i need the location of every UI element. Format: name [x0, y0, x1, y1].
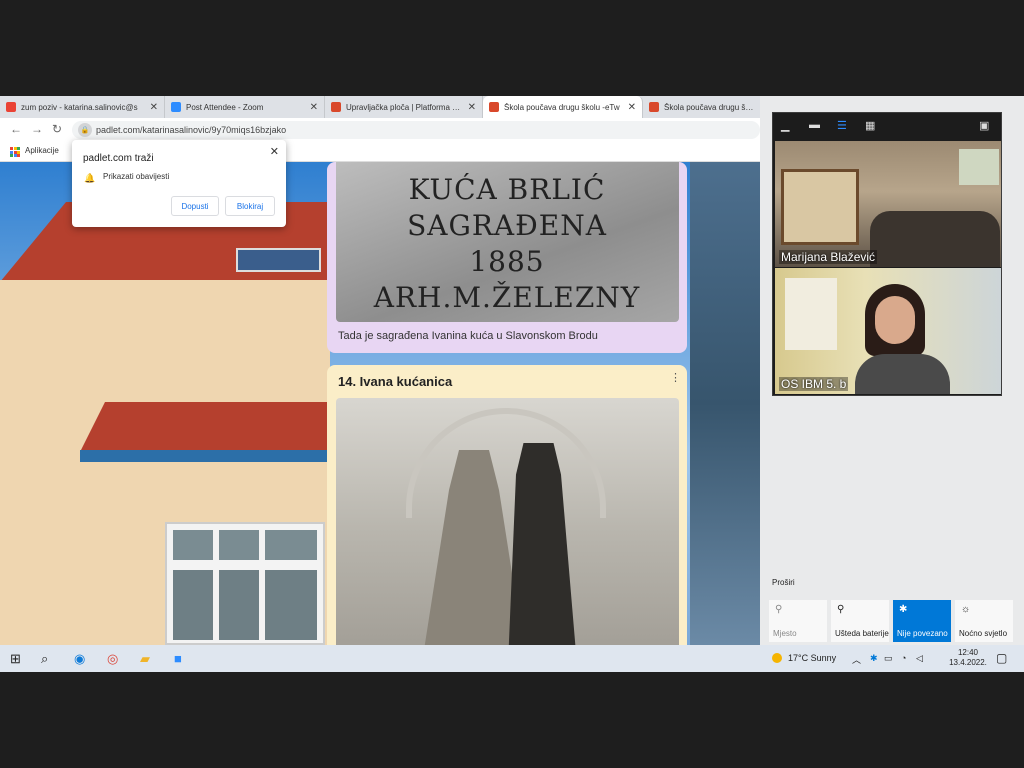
minimize-icon[interactable]: ▁ [781, 119, 789, 133]
person-body [855, 354, 950, 394]
participant-name: Marijana Blažević [779, 250, 878, 264]
tile-battery-saver[interactable]: ⚲ Ušteda baterije [831, 600, 889, 642]
speaker-view-icon[interactable]: ☰ [837, 119, 847, 133]
file-explorer-icon[interactable]: ▰ [140, 651, 150, 667]
participant-name: OS IBM 5. b [779, 377, 849, 391]
chevron-up-icon[interactable]: ︿ [852, 653, 861, 666]
padlet-post-ivana[interactable]: 14. Ivana kućanica ⋮ [327, 365, 687, 645]
windows-start-icon[interactable]: ⊞ [10, 651, 21, 667]
bell-icon: 🔔 [84, 173, 96, 183]
padlet-icon [331, 102, 341, 112]
lock-icon[interactable]: 🔒 [78, 123, 92, 137]
padlet-icon [649, 102, 659, 112]
browser-toolbar: ← → ↻ 🔒 padlet.com/katarinasalinovic/9y7… [0, 118, 760, 142]
wall-poster [785, 278, 837, 350]
zoom-app-icon[interactable]: ■ [174, 651, 182, 666]
tab-label: Post Attendee - Zoom [186, 102, 264, 112]
close-icon[interactable]: ✕ [270, 145, 279, 158]
battery-saver-icon: ⚲ [837, 604, 845, 615]
tab-label: Škola poučava drugu školu [664, 102, 754, 112]
edge-icon[interactable]: ◉ [74, 651, 85, 667]
post-menu-icon[interactable]: ⋮ [670, 371, 681, 384]
sun-icon [772, 653, 782, 663]
search-icon[interactable]: ⌕ [41, 651, 48, 667]
night-light-icon: ☼ [961, 604, 971, 615]
browser-tab-zoom[interactable]: Post Attendee - Zoom ✕ [165, 96, 325, 118]
close-tab-icon[interactable]: ✕ [310, 102, 318, 113]
weather-widget[interactable]: 17°C Sunny [772, 653, 836, 663]
padlet-icon [489, 102, 499, 112]
forward-icon[interactable]: → [31, 122, 43, 136]
close-tab-icon[interactable]: ✕ [468, 102, 476, 113]
bluetooth-tray-icon[interactable]: ✱ [870, 653, 878, 664]
zoom-video-panel: ▁ ▬ ☰ ▦ ▣ Marijana Blažević OS IBM 5. b [772, 112, 1002, 396]
tab-label: zum poziv - katarina.salinovic@s [21, 102, 138, 112]
post-caption: Tada je sagrađena Ivanina kuća u Slavons… [338, 330, 598, 342]
tab-label: Škola poučava drugu školu -eTw [504, 102, 620, 112]
single-view-icon[interactable]: ▬ [809, 119, 820, 133]
gmail-icon [6, 102, 16, 112]
bulletin-board [781, 169, 859, 245]
tile-bluetooth[interactable]: ✱ Nije povezano [893, 600, 951, 642]
person-face [875, 296, 915, 344]
tile-night-light[interactable]: ☼ Noćno svjetlo [955, 600, 1013, 642]
expand-link[interactable]: Proširi [772, 578, 795, 587]
participant-video-classroom[interactable]: Marijana Blažević [775, 141, 1001, 267]
notification-center-icon[interactable]: ▢ [996, 651, 1007, 665]
letterbox-bottom [0, 672, 1024, 768]
zoom-icon [171, 102, 181, 112]
close-tab-icon[interactable]: ✕ [150, 102, 158, 113]
padlet-post-plaque[interactable]: KUĆA BRLIĆ SAGRAĐENA 1885 ARH.M.ŽELEZNY … [327, 162, 687, 353]
participant-video-teacher[interactable]: OS IBM 5. b [775, 268, 1001, 394]
exit-mini-icon[interactable]: ▣ [979, 119, 989, 133]
back-icon[interactable]: ← [10, 122, 22, 136]
historical-photo [336, 398, 679, 645]
plaque-photo: KUĆA BRLIĆ SAGRAĐENA 1885 ARH.M.ŽELEZNY [336, 162, 679, 322]
tile-location[interactable]: ⚲ Mjesto [769, 600, 827, 642]
tree-background [690, 162, 760, 645]
photo-arch [406, 408, 606, 518]
network-icon[interactable]: ◔ [901, 653, 906, 663]
gallery-view-icon[interactable]: ▦ [865, 119, 875, 133]
browser-tab-strip: zum poziv - katarina.salinovic@s ✕ Post … [0, 96, 760, 118]
plaque-text: KUĆA BRLIĆ SAGRAĐENA 1885 ARH.M.ŽELEZNY [373, 173, 641, 314]
allow-button[interactable]: Dopusti [171, 196, 219, 216]
students-group [870, 211, 1000, 267]
volume-icon[interactable]: ◁ [916, 653, 923, 664]
entrance-roof [80, 402, 330, 452]
address-bar[interactable]: 🔒 padlet.com/katarinasalinovic/9y70miqs1… [72, 121, 760, 139]
chrome-icon[interactable]: ◎ [107, 651, 118, 667]
entrance-gutter [80, 450, 330, 462]
browser-tab-gmail[interactable]: zum poziv - katarina.salinovic@s ✕ [0, 96, 165, 118]
popup-message: Prikazati obavijesti [103, 172, 170, 181]
popup-title: padlet.com traži [83, 153, 154, 164]
battery-icon[interactable]: ▭ [884, 653, 893, 664]
windows-taskbar: ⊞ ⌕ ◉ ◎ ▰ ■ 17°C Sunny ︿ ✱ ▭ ◔ ◁ 12:40 1… [0, 645, 1024, 672]
bookmark-apps[interactable]: Aplikacije [25, 146, 59, 155]
apps-grid-icon[interactable] [10, 147, 20, 157]
entrance-door [165, 522, 325, 645]
padlet-page: KUĆA BRLIĆ SAGRAĐENA 1885 ARH.M.ŽELEZNY … [0, 162, 760, 645]
reload-icon[interactable]: ↻ [52, 122, 62, 136]
browser-tab-padlet-2[interactable]: Škola poučava drugu školu [643, 96, 760, 118]
tab-label: Upravljačka ploča | Platforma Pad [346, 102, 464, 112]
roof-window [236, 248, 321, 272]
browser-tab-padlet-dashboard[interactable]: Upravljačka ploča | Platforma Pad ✕ [325, 96, 483, 118]
post-title: 14. Ivana kućanica [338, 374, 453, 389]
location-icon: ⚲ [775, 604, 783, 615]
letterbox-top [0, 0, 1024, 96]
system-clock[interactable]: 12:40 13.4.2022. [948, 648, 988, 668]
notification-permission-popup: padlet.com traži ✕ 🔔 Prikazati obavijest… [72, 140, 286, 227]
close-tab-icon[interactable]: ✕ [628, 102, 636, 113]
wall-poster [959, 149, 999, 185]
url-text: padlet.com/katarinasalinovic/9y70miqs16b… [96, 125, 287, 135]
bluetooth-icon: ✱ [899, 604, 908, 615]
browser-tab-active[interactable]: Škola poučava drugu školu -eTw ✕ [483, 96, 643, 118]
block-button[interactable]: Blokiraj [225, 196, 275, 216]
